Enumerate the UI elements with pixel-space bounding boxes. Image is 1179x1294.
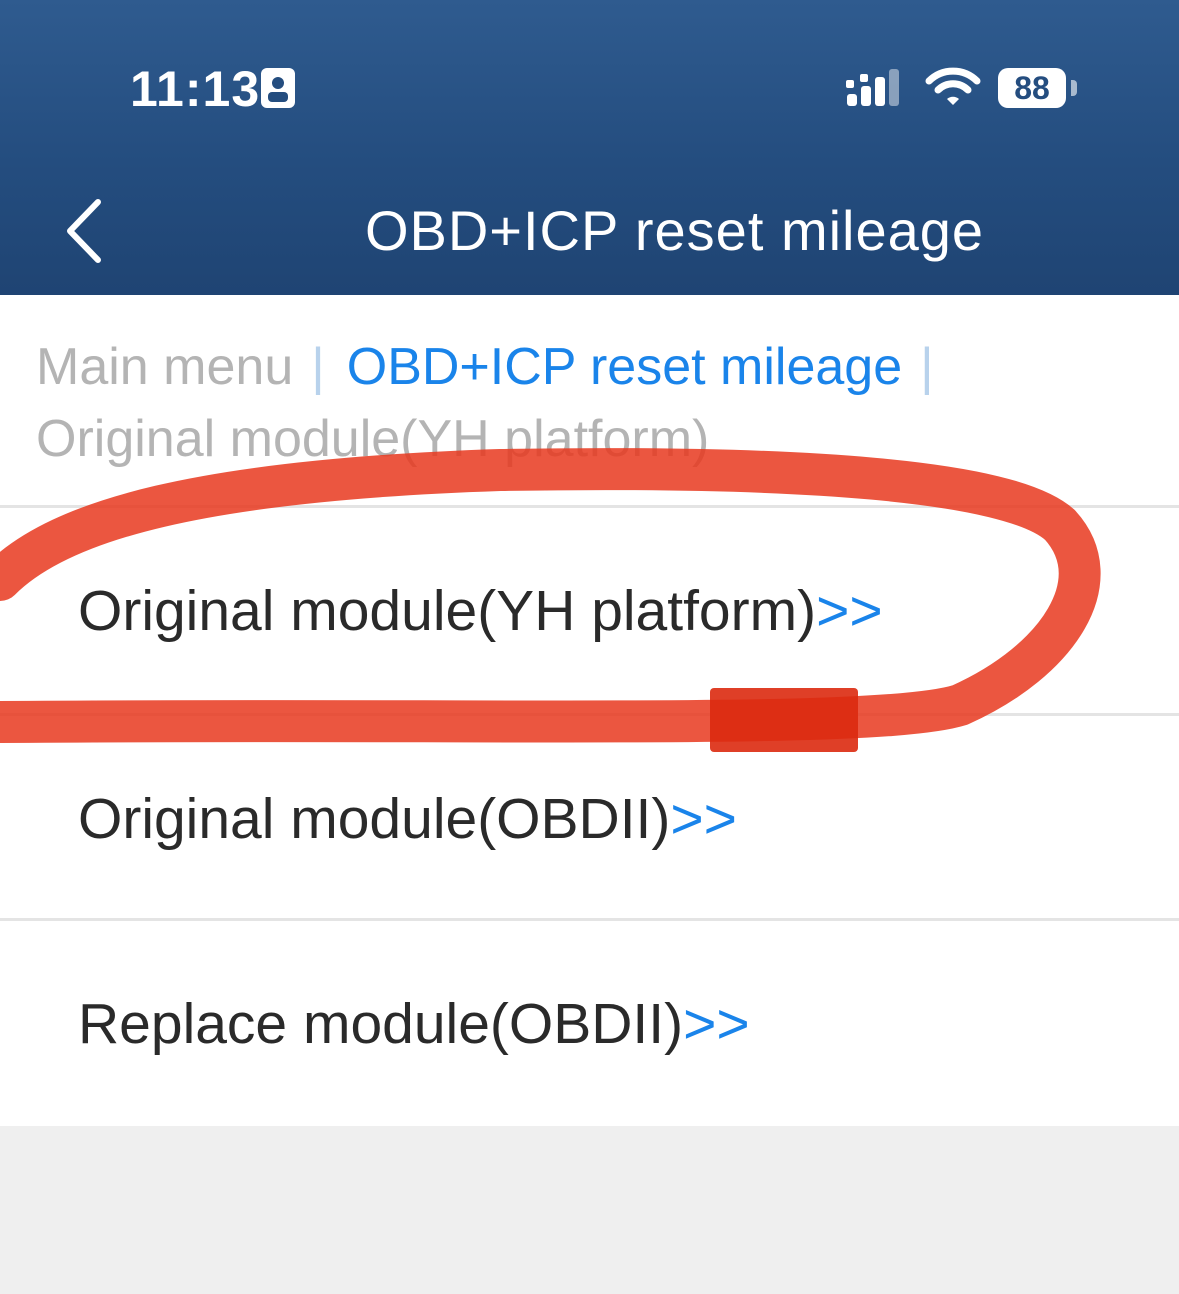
chevron-left-icon[interactable] <box>60 198 110 264</box>
breadcrumb: Main menu | OBD+ICP reset mileage | Origina… <box>0 295 1179 505</box>
menu-item-original-obdii[interactable]: Original module(OBDII) >> <box>0 716 1179 921</box>
page-title: OBD+ICP reset mileage <box>364 199 985 262</box>
battery-tip <box>1071 80 1077 96</box>
menu-item-original-yh[interactable]: Original module(YH platform) >> <box>0 508 1179 713</box>
breadcrumb-separator: | <box>920 338 934 396</box>
menu-item-label: Replace module(OBDII) <box>78 991 684 1056</box>
person-badge-icon <box>261 68 295 108</box>
menu-arrow: >> <box>816 578 883 643</box>
breadcrumb-main-menu[interactable]: Main menu <box>36 338 293 396</box>
breadcrumb-separator: | <box>311 338 325 396</box>
menu-arrow: >> <box>683 991 750 1056</box>
menu-item-label: Original module(YH platform) <box>78 578 817 643</box>
breadcrumb-current: Original module(YH platform) <box>36 410 710 468</box>
wifi-icon <box>925 67 981 105</box>
battery-icon: 88 <box>998 68 1066 108</box>
menu-item-label: Original module(OBDII) <box>78 786 671 851</box>
menu-item-replace-obdii[interactable]: Replace module(OBDII) >> <box>0 921 1179 1126</box>
app-header: 11:13 88 OBD+ICP reset mileage <box>0 0 1179 295</box>
breadcrumb-obd-icp[interactable]: OBD+ICP reset mileage <box>347 338 902 396</box>
cellular-signal-icon <box>846 69 899 106</box>
status-time: 11:13 <box>130 61 261 117</box>
menu-arrow: >> <box>670 786 737 851</box>
